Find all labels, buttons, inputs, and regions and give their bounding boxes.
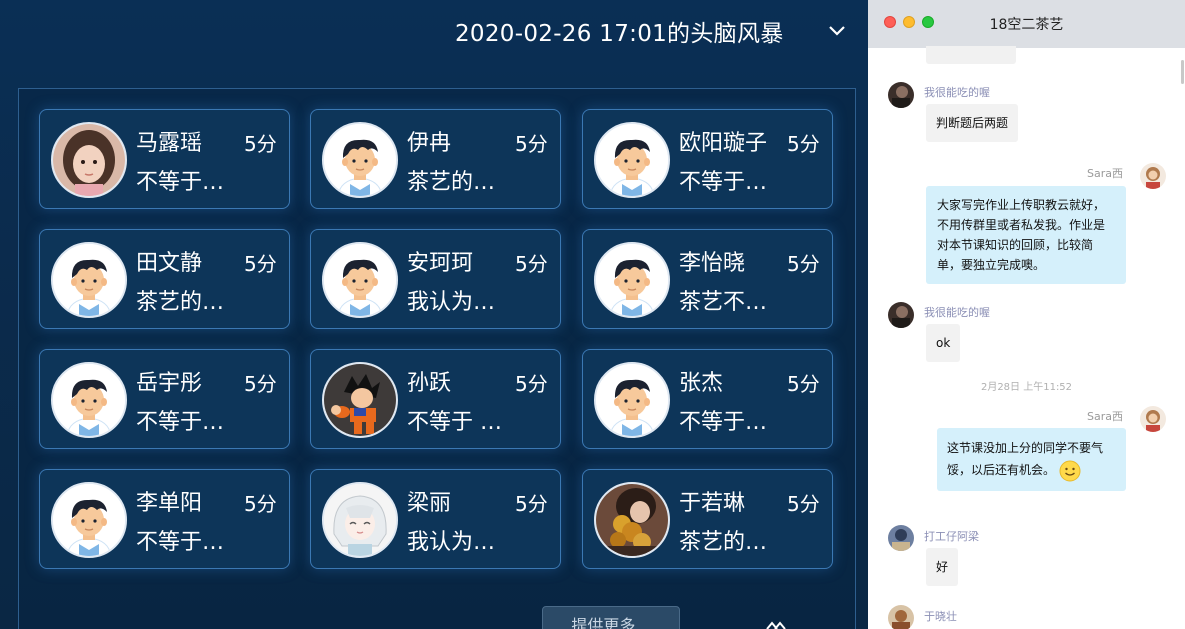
answer-card[interactable]: 岳宇彤 5分 不等于… — [39, 349, 290, 449]
student-avatar — [51, 362, 127, 438]
answer-card[interactable]: 孙跃 5分 不等于 … — [310, 349, 561, 449]
student-avatar — [51, 242, 127, 318]
answer-preview: 不等于… — [136, 530, 225, 555]
score-badge: 5分 — [515, 492, 548, 516]
previous-message-bubble — [926, 46, 1016, 64]
student-avatar — [322, 482, 398, 558]
sender-name: Sara西 — [1087, 167, 1123, 180]
score-badge: 5分 — [515, 372, 548, 396]
answer-preview: 茶艺的… — [679, 530, 768, 555]
user-avatar[interactable] — [888, 82, 914, 108]
brainstorm-title: 2020-02-26 17:01的头脑风暴 — [455, 21, 784, 47]
score-badge: 5分 — [787, 492, 820, 516]
answer-card[interactable]: 伊冉 5分 茶艺的… — [310, 109, 561, 209]
answer-card[interactable]: 梁丽 5分 我认为… — [310, 469, 561, 569]
answer-preview: 我认为… — [407, 290, 496, 315]
message-bubble[interactable]: 好 — [926, 548, 959, 586]
sender-name: 于晓壮 — [924, 610, 957, 623]
message-bubble[interactable]: 判断题后两题 — [926, 104, 1019, 142]
score-badge: 5分 — [515, 132, 548, 156]
chat-scrollbar[interactable] — [1181, 60, 1184, 84]
student-avatar — [594, 362, 670, 438]
student-avatar — [322, 242, 398, 318]
answer-preview: 不等于… — [136, 410, 225, 435]
chat-window: 18空二茶艺 我很能吃的喔 判断题后两题 Sara西 大家写完作业上传职教云就好… — [868, 0, 1185, 629]
sender-name: 我很能吃的喔 — [924, 306, 990, 319]
self-avatar[interactable] — [1140, 406, 1166, 432]
answer-preview: 不等于… — [679, 410, 768, 435]
brainstorm-panel: 2020-02-26 17:01的头脑风暴 马露瑶 5分 不等于… 伊冉 5分 茶艺的… 欧… — [0, 0, 868, 629]
student-name: 马露瑶 — [136, 131, 203, 156]
answer-preview: 不等于… — [679, 170, 768, 195]
smiley-emoji-icon — [1059, 460, 1081, 481]
user-avatar[interactable] — [888, 302, 914, 328]
student-name: 李单阳 — [136, 491, 203, 516]
score-badge: 5分 — [515, 252, 548, 276]
sender-name: Sara西 — [1087, 410, 1123, 423]
message-bubble[interactable]: ok — [926, 324, 961, 362]
student-name: 梁丽 — [407, 491, 452, 516]
answer-preview: 茶艺的… — [407, 170, 496, 195]
score-badge: 5分 — [244, 372, 277, 396]
answer-card[interactable]: 马露瑶 5分 不等于… — [39, 109, 290, 209]
time-separator: 2月28日 上午11:52 — [980, 382, 1073, 393]
student-name: 伊冉 — [407, 131, 452, 156]
answer-preview: 不等于 … — [407, 410, 502, 435]
sender-name: 打工仔阿梁 — [924, 530, 979, 543]
answer-card[interactable]: 安珂珂 5分 我认为… — [310, 229, 561, 329]
answer-preview: 茶艺不… — [679, 290, 768, 315]
student-name: 李怡晓 — [679, 251, 746, 276]
answer-card[interactable]: 于若琳 5分 茶艺的… — [582, 469, 833, 569]
score-badge: 5分 — [244, 492, 277, 516]
answer-preview: 我认为… — [407, 530, 496, 555]
student-avatar — [594, 242, 670, 318]
answer-board: 马露瑶 5分 不等于… 伊冉 5分 茶艺的… 欧阳璇子 5分 不等于… 田文静 5分 茶艺的… 安珂珂 5… — [18, 88, 856, 629]
score-badge: 5分 — [244, 252, 277, 276]
student-avatar — [594, 122, 670, 198]
chat-title: 18空二茶艺 — [989, 17, 1064, 33]
double-chevron-icon[interactable] — [764, 618, 790, 629]
answer-card[interactable]: 欧阳璇子 5分 不等于… — [582, 109, 833, 209]
answer-card[interactable]: 田文静 5分 茶艺的… — [39, 229, 290, 329]
student-name: 欧阳璇子 — [679, 131, 768, 156]
score-badge: 5分 — [787, 252, 820, 276]
message-bubble[interactable]: 这节课没加上分的同学不要气馁，以后还有机会。 — [937, 428, 1126, 491]
answer-preview: 不等于… — [136, 170, 225, 195]
answer-preview: 茶艺的… — [136, 290, 225, 315]
window-titlebar: 18空二茶艺 — [868, 0, 1185, 48]
score-badge: 5分 — [787, 132, 820, 156]
student-avatar — [51, 122, 127, 198]
student-name: 田文静 — [136, 251, 203, 276]
student-name: 孙跃 — [407, 371, 452, 396]
message-bubble[interactable]: 大家写完作业上传职教云就好，不用传群里或者私发我。作业是对本节课知识的回顾，比较… — [926, 186, 1126, 284]
student-avatar — [51, 482, 127, 558]
student-avatar — [322, 122, 398, 198]
chevron-down-icon[interactable] — [826, 22, 848, 38]
answer-card[interactable]: 李怡晓 5分 茶艺不… — [582, 229, 833, 329]
self-avatar[interactable] — [1140, 163, 1166, 189]
answer-card[interactable]: 李单阳 5分 不等于… — [39, 469, 290, 569]
student-name: 岳宇彤 — [136, 371, 203, 396]
student-name: 于若琳 — [679, 491, 746, 516]
student-name: 张杰 — [679, 371, 724, 396]
student-avatar — [322, 362, 398, 438]
user-avatar[interactable] — [888, 525, 914, 551]
student-name: 安珂珂 — [407, 251, 474, 276]
sender-name: 我很能吃的喔 — [924, 86, 990, 99]
student-avatar — [594, 482, 670, 558]
score-badge: 5分 — [244, 132, 277, 156]
user-avatar[interactable] — [888, 605, 914, 629]
more-button[interactable]: 提供更多... — [542, 606, 680, 629]
answer-card[interactable]: 张杰 5分 不等于… — [582, 349, 833, 449]
score-badge: 5分 — [787, 372, 820, 396]
